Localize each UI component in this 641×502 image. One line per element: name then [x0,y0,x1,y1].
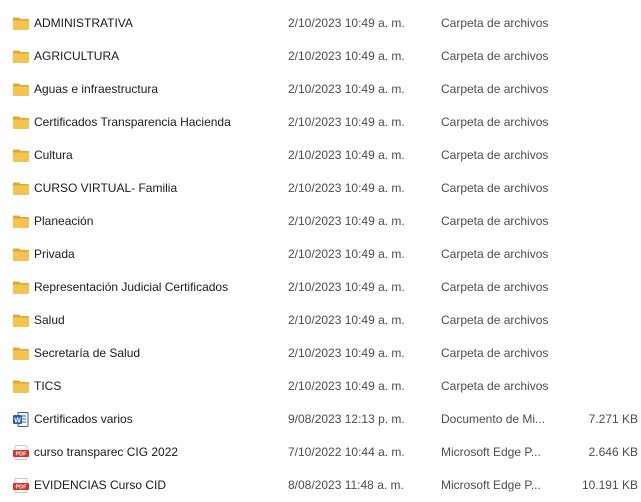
file-type: Carpeta de archivos [441,49,549,63]
file-name: Salud [34,313,65,327]
folder-icon [12,247,30,262]
folder-icon [12,379,30,394]
folder-icon [12,148,30,163]
file-date-modified: 2/10/2023 10:49 a. m. [288,49,405,63]
file-list: ADMINISTRATIVA 2/10/2023 10:49 a. m. Carpe… [0,7,641,502]
file-size: 10.191 KB [581,478,638,492]
file-row[interactable]: TICS 2/10/2023 10:49 a. m. Carpeta de arch… [0,370,641,403]
file-type: Microsoft Edge P... [441,478,541,492]
file-date-modified: 2/10/2023 10:49 a. m. [288,181,405,195]
file-type: Carpeta de archivos [441,16,549,30]
file-row[interactable]: W Certificados varios 9/08/2023 12:13 p. m… [0,403,641,436]
file-type: Carpeta de archivos [441,148,549,162]
file-date-modified: 2/10/2023 10:49 a. m. [288,115,405,129]
file-row[interactable]: Representación Judicial Certificados 2/10… [0,271,641,304]
file-row[interactable]: AGRICULTURA 2/10/2023 10:49 a. m. Carpeta … [0,40,641,73]
file-type: Carpeta de archivos [441,346,549,360]
file-type: Carpeta de archivos [441,313,549,327]
file-type: Carpeta de archivos [441,214,549,228]
folder-icon [12,16,30,31]
file-type: Documento de Mi... [441,412,546,426]
file-name: Certificados Transparencia Hacienda [34,115,231,129]
file-date-modified: 2/10/2023 10:49 a. m. [288,214,405,228]
svg-text:PDF: PDF [16,485,28,491]
file-name: Planeación [34,214,94,228]
file-type: Carpeta de archivos [441,181,549,195]
file-date-modified: 2/10/2023 10:49 a. m. [288,16,405,30]
folder-icon [12,181,30,196]
folder-icon [12,346,30,361]
file-row[interactable]: PDF curso transparec CIG 2022 7/10/2022 10… [0,436,641,469]
folder-icon [12,280,30,295]
file-row[interactable]: ADMINISTRATIVA 2/10/2023 10:49 a. m. Carpe… [0,7,641,40]
pdf-file-icon: PDF [12,478,30,493]
file-date-modified: 8/08/2023 11:48 a. m. [288,478,404,492]
file-name: CURSO VIRTUAL- Familia [34,181,178,195]
file-row[interactable]: Secretaría de Salud 2/10/2023 10:49 a. m.… [0,337,641,370]
file-name: TICS [34,379,62,393]
file-row[interactable]: Planeación 2/10/2023 10:49 a. m. Carpeta d… [0,205,641,238]
file-name: Cultura [34,148,73,162]
file-date-modified: 9/08/2023 12:13 p. m. [288,412,405,426]
file-date-modified: 2/10/2023 10:49 a. m. [288,280,405,294]
file-row[interactable]: Salud 2/10/2023 10:49 a. m. Carpeta de arc… [0,304,641,337]
file-date-modified: 2/10/2023 10:49 a. m. [288,148,405,162]
svg-text:PDF: PDF [16,452,28,458]
file-row[interactable]: Privada 2/10/2023 10:49 a. m. Carpeta de a… [0,238,641,271]
file-date-modified: 7/10/2022 10:44 a. m. [288,445,405,459]
file-date-modified: 2/10/2023 10:49 a. m. [288,379,405,393]
folder-icon [12,49,30,64]
file-row[interactable]: PDF EVIDENCIAS Curso CID 8/08/2023 11:48 a… [0,469,641,502]
file-type: Carpeta de archivos [441,379,549,393]
file-row[interactable]: Certificados Transparencia Hacienda 2/10/… [0,106,641,139]
file-row[interactable]: Aguas e infraestructura 2/10/2023 10:49 a… [0,73,641,106]
file-name: ADMINISTRATIVA [34,16,133,30]
file-date-modified: 2/10/2023 10:49 a. m. [288,313,405,327]
file-type: Carpeta de archivos [441,247,549,261]
svg-text:W: W [14,417,21,424]
file-name: Aguas e infraestructura [34,82,159,96]
file-name: Certificados varios [34,412,133,426]
file-size: 2.646 KB [588,445,638,459]
file-size: 7.271 KB [588,412,638,426]
file-date-modified: 2/10/2023 10:49 a. m. [288,82,405,96]
file-row[interactable]: CURSO VIRTUAL- Familia 2/10/2023 10:49 a.… [0,172,641,205]
folder-icon [12,214,30,229]
file-type: Carpeta de archivos [441,280,549,294]
file-row[interactable]: Cultura 2/10/2023 10:49 a. m. Carpeta de a… [0,139,641,172]
file-date-modified: 2/10/2023 10:49 a. m. [288,247,405,261]
file-name: Secretaría de Salud [34,346,141,360]
folder-icon [12,313,30,328]
word-document-icon: W [12,412,30,427]
file-date-modified: 2/10/2023 10:49 a. m. [288,346,405,360]
file-name: EVIDENCIAS Curso CID [34,478,167,492]
file-type: Carpeta de archivos [441,82,549,96]
file-type: Microsoft Edge P... [441,445,541,459]
file-name: Representación Judicial Certificados [34,280,229,294]
folder-icon [12,115,30,130]
file-name: Privada [34,247,75,261]
file-name: curso transparec CIG 2022 [34,445,179,459]
pdf-file-icon: PDF [12,445,30,460]
folder-icon [12,82,30,97]
file-type: Carpeta de archivos [441,115,549,129]
file-name: AGRICULTURA [34,49,120,63]
